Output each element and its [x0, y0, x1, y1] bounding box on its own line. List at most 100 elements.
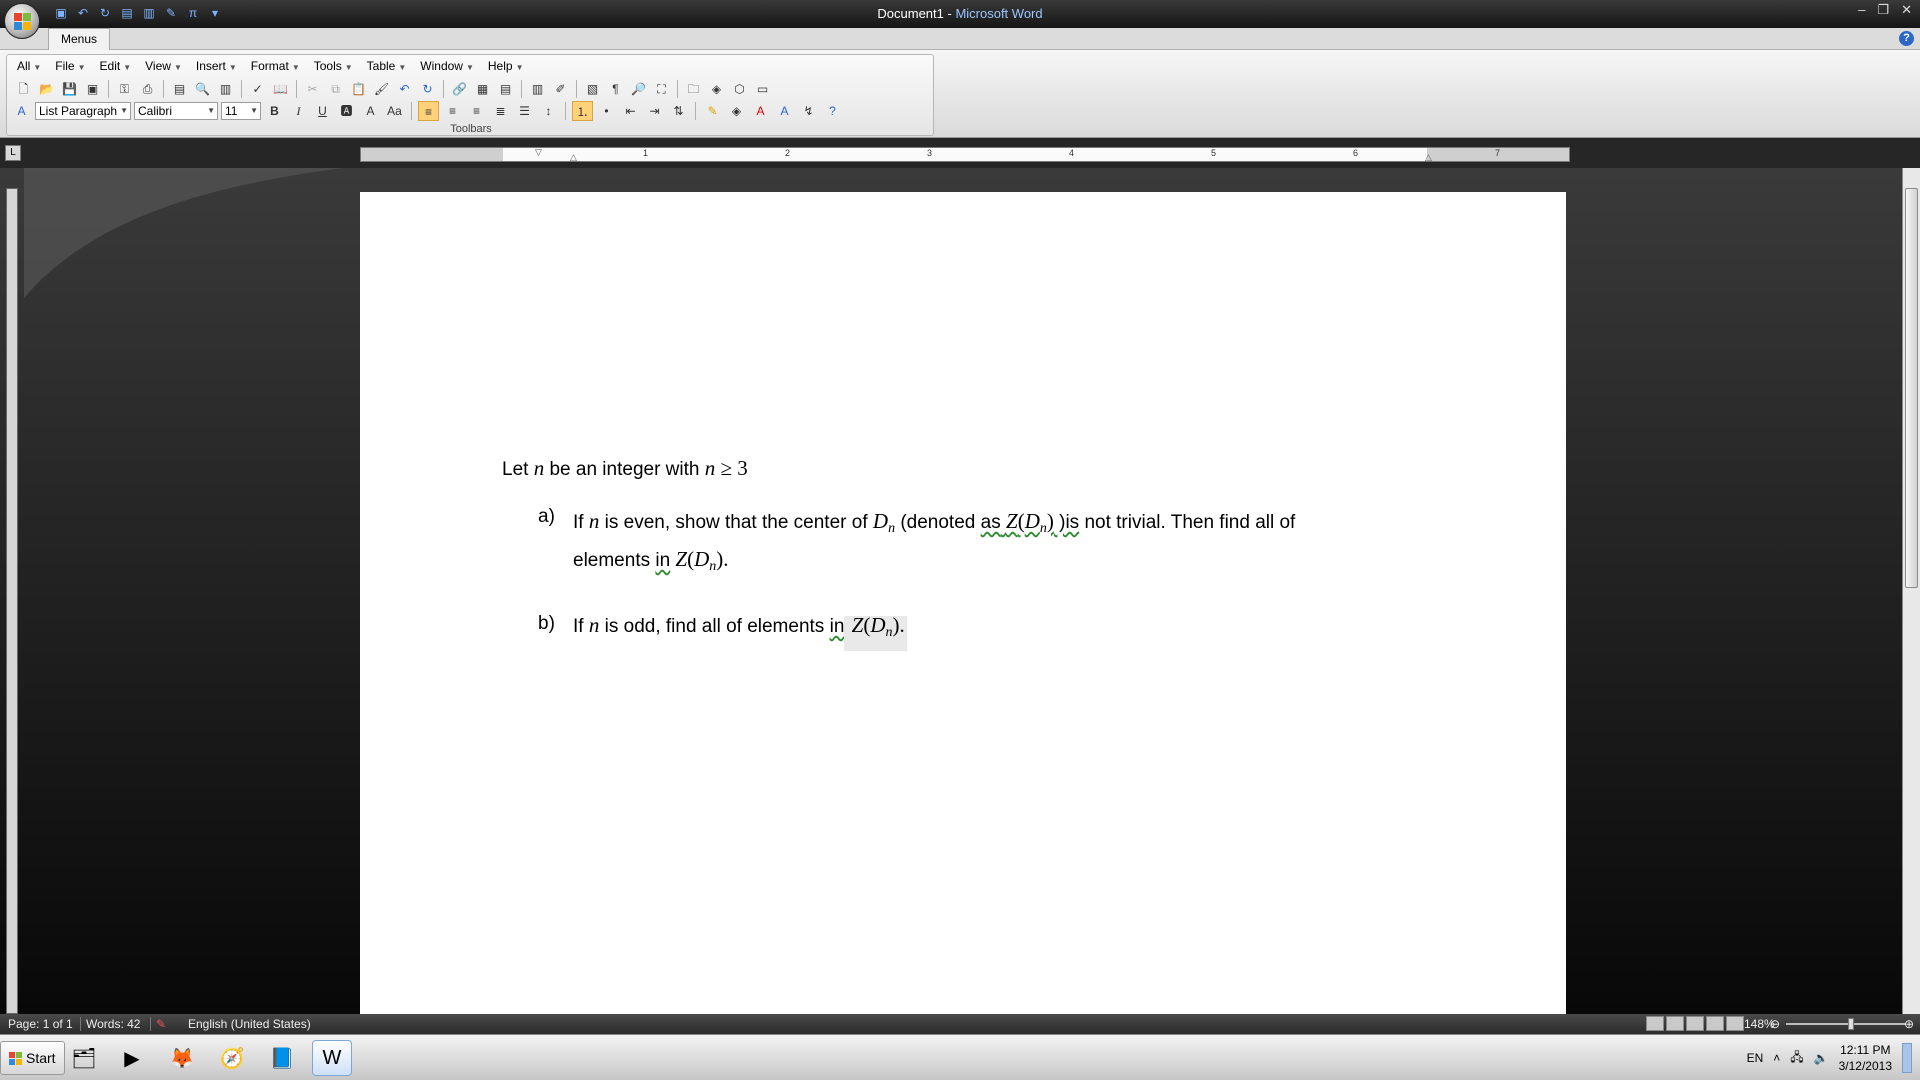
- hanging-indent-marker[interactable]: △: [570, 152, 577, 163]
- char-shading-icon[interactable]: A: [360, 101, 381, 121]
- start-button[interactable]: Start: [0, 1041, 65, 1075]
- align-left-icon[interactable]: ≡: [418, 101, 439, 121]
- tab-selector[interactable]: L: [5, 145, 21, 161]
- menu-all[interactable]: All ▼: [11, 57, 47, 75]
- page-setup-icon[interactable]: ▥: [215, 79, 236, 99]
- app-icon[interactable]: 📘: [262, 1040, 302, 1076]
- minimize-icon[interactable]: –: [1858, 2, 1865, 18]
- shading-icon[interactable]: ◈: [726, 101, 747, 121]
- bullets-icon[interactable]: •: [596, 101, 617, 121]
- zoom-slider-thumb[interactable]: [1848, 1018, 1854, 1030]
- italic-button[interactable]: I: [288, 101, 309, 121]
- browser-icon[interactable]: 🧭: [212, 1040, 252, 1076]
- increase-indent-icon[interactable]: ⇥: [644, 101, 665, 121]
- list-item-a[interactable]: If n is even, show that the center of Dn…: [573, 506, 1393, 582]
- menu-window[interactable]: Window ▼: [414, 57, 480, 75]
- volume-icon[interactable]: 🔈: [1814, 1051, 1829, 1065]
- clock[interactable]: 12:11 PM 3/12/2013: [1839, 1042, 1892, 1074]
- format-painter-icon[interactable]: 🖌: [371, 79, 392, 99]
- help-icon[interactable]: ?: [822, 101, 843, 121]
- distributed-icon[interactable]: ☰: [514, 101, 535, 121]
- change-case-button[interactable]: Aa: [384, 101, 405, 121]
- horizontal-ruler[interactable]: 1 2 3 4 5 6 7 ▽ △ △: [360, 147, 1570, 162]
- word-count[interactable]: Words: 42: [86, 1017, 140, 1031]
- numbering-icon[interactable]: ⒈: [572, 101, 593, 121]
- research-icon[interactable]: 📖: [270, 79, 291, 99]
- help-icon[interactable]: ?: [1899, 31, 1914, 46]
- close-icon[interactable]: ✕: [1901, 2, 1912, 18]
- show-hidden-icons-icon[interactable]: ˄: [1773, 1051, 1780, 1065]
- table-icon[interactable]: ▦: [472, 79, 493, 99]
- styles-icon[interactable]: A: [11, 101, 32, 121]
- highlight-icon[interactable]: ✎: [702, 101, 723, 121]
- hyperlink-icon[interactable]: 🔗: [449, 79, 470, 99]
- word-taskbar-icon[interactable]: W: [312, 1040, 352, 1076]
- line-spacing-icon[interactable]: ↕: [538, 101, 559, 121]
- font-size-select[interactable]: 11 ▼: [221, 102, 261, 120]
- menu-insert[interactable]: Insert ▼: [190, 57, 243, 75]
- web-layout-icon[interactable]: [1686, 1016, 1704, 1031]
- scrollbar-thumb[interactable]: [1905, 188, 1918, 588]
- equation-region[interactable]: Z(Dn).: [844, 613, 907, 651]
- menu-file[interactable]: File ▼: [49, 57, 91, 75]
- paste-icon[interactable]: 📋: [348, 79, 369, 99]
- menu-help[interactable]: Help ▼: [482, 57, 530, 75]
- language-indicator[interactable]: English (United States): [188, 1017, 311, 1031]
- network-icon[interactable]: 🖧: [1790, 1048, 1803, 1069]
- menu-edit[interactable]: Edit ▼: [94, 57, 138, 75]
- save-icon[interactable]: 💾: [59, 79, 80, 99]
- print-icon[interactable]: ⎙: [137, 79, 158, 99]
- list-item-b[interactable]: If n is odd, find all of elements in Z(D…: [573, 613, 907, 651]
- sort-icon[interactable]: ⇅: [668, 101, 689, 121]
- office-button[interactable]: [4, 3, 40, 39]
- font-select[interactable]: Calibri ▼: [134, 102, 218, 120]
- print-layout-icon[interactable]: [1646, 1016, 1664, 1031]
- first-line-indent-marker[interactable]: ▽: [535, 147, 542, 158]
- bold-button[interactable]: B: [264, 101, 285, 121]
- show-desktop-icon[interactable]: [1902, 1043, 1912, 1073]
- right-indent-marker[interactable]: △: [1425, 152, 1432, 163]
- char-border-icon[interactable]: 🅰: [336, 101, 357, 121]
- draft-icon[interactable]: [1726, 1016, 1744, 1031]
- file-explorer-icon[interactable]: 🗂: [64, 1040, 104, 1076]
- vertical-ruler[interactable]: [6, 188, 18, 1014]
- permission-icon[interactable]: ⚿: [114, 79, 135, 99]
- intro-paragraph[interactable]: Let n be an integer with n ≥ 3: [502, 456, 748, 481]
- style-select[interactable]: List Paragraph ▼: [35, 102, 131, 120]
- tab-menus[interactable]: Menus: [48, 28, 111, 50]
- input-language[interactable]: EN: [1747, 1051, 1764, 1065]
- proofing-icon[interactable]: ✎: [156, 1017, 166, 1031]
- folder-icon[interactable]: 🗀: [683, 79, 704, 99]
- undo-icon[interactable]: ↶: [394, 79, 415, 99]
- zoom-in-icon[interactable]: ⊕: [1904, 1017, 1914, 1031]
- redo-icon[interactable]: ↻: [417, 79, 438, 99]
- decrease-indent-icon[interactable]: ⇤: [620, 101, 641, 121]
- page-count[interactable]: Page: 1 of 1: [8, 1017, 73, 1031]
- grammar-flag[interactable]: in: [655, 550, 670, 571]
- vertical-scrollbar[interactable]: [1902, 168, 1920, 1014]
- document-page[interactable]: Let n be an integer with n ≥ 3 a) If n i…: [360, 192, 1566, 1014]
- save-all-icon[interactable]: ▣: [82, 79, 103, 99]
- zoom-out-icon[interactable]: ⊖: [1770, 1017, 1780, 1031]
- quick-print-icon[interactable]: ▤: [169, 79, 190, 99]
- cut-icon[interactable]: ✂: [302, 79, 323, 99]
- grammar-flag[interactable]: as Z(Dn) )is: [981, 509, 1080, 536]
- outline-icon[interactable]: [1706, 1016, 1724, 1031]
- text-effects-icon[interactable]: A: [774, 101, 795, 121]
- textbox-icon[interactable]: ▭: [752, 79, 773, 99]
- restore-icon[interactable]: ❐: [1877, 2, 1889, 18]
- underline-button[interactable]: U: [312, 101, 333, 121]
- justify-icon[interactable]: ≣: [490, 101, 511, 121]
- menu-view[interactable]: View ▼: [139, 57, 188, 75]
- insert-table-icon[interactable]: ▤: [495, 79, 516, 99]
- grammar-flag[interactable]: in: [830, 616, 845, 637]
- full-screen-icon[interactable]: ⛶: [651, 79, 672, 99]
- open-folder-icon[interactable]: 📂: [36, 79, 57, 99]
- zoom-icon[interactable]: 🔎: [628, 79, 649, 99]
- menu-table[interactable]: Table ▼: [361, 57, 413, 75]
- zoom-slider[interactable]: [1786, 1023, 1906, 1025]
- full-screen-reading-icon[interactable]: [1666, 1016, 1684, 1031]
- show-formatting-icon[interactable]: ¶: [605, 79, 626, 99]
- phonetic-icon[interactable]: ↯: [798, 101, 819, 121]
- firefox-icon[interactable]: 🦊: [162, 1040, 202, 1076]
